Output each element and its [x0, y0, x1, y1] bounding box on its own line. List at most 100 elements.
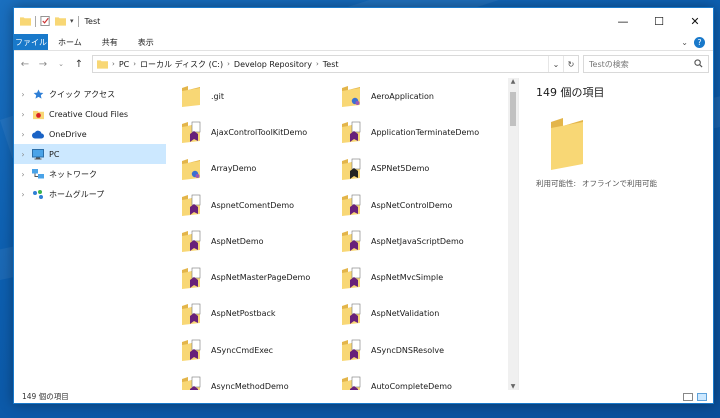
- file-name: ASyncDNSResolve: [371, 345, 445, 355]
- visual-studio-folder-icon: [181, 194, 201, 217]
- expand-chevron-icon[interactable]: ›: [19, 110, 27, 119]
- file-item[interactable]: ArrayDemo: [181, 151, 341, 187]
- file-name: AspNetJavaScriptDemo: [371, 236, 464, 246]
- tab-share[interactable]: 共有: [92, 34, 128, 50]
- scroll-down-icon[interactable]: ▼: [508, 383, 518, 390]
- large-icons-view-icon[interactable]: [697, 392, 707, 401]
- customize-toolbar-icon[interactable]: ▾: [70, 17, 74, 25]
- breadcrumb-local-disk[interactable]: ローカル ディスク (C:): [140, 59, 223, 70]
- refresh-icon[interactable]: ↻: [563, 56, 578, 72]
- visual-studio-folder-icon: [341, 158, 361, 180]
- scroll-up-icon[interactable]: ▲: [508, 78, 518, 85]
- homegroup-icon: [32, 188, 44, 200]
- breadcrumb-chevron-icon[interactable]: ›: [133, 60, 136, 68]
- visual-studio-folder-icon: [341, 376, 361, 390]
- breadcrumb-develop-repository[interactable]: Develop Repository: [234, 60, 312, 69]
- nav-item-homegroup[interactable]: › ホームグループ: [14, 184, 166, 204]
- vertical-scrollbar[interactable]: ▲ ▼: [508, 78, 518, 390]
- star-icon: [32, 88, 44, 100]
- file-item[interactable]: .git: [181, 78, 341, 114]
- file-item[interactable]: AspNetDemo: [181, 223, 341, 259]
- visual-studio-folder-icon: [341, 194, 361, 217]
- scrollbar-thumb[interactable]: [510, 92, 516, 126]
- address-bar[interactable]: › PC › ローカル ディスク (C:) › Develop Reposito…: [92, 55, 579, 73]
- file-item[interactable]: AspNetMvcSimple: [341, 259, 501, 295]
- file-row: AspNetDemo AspNetJavaScriptDemo: [181, 223, 501, 259]
- file-item[interactable]: AspNetJavaScriptDemo: [341, 223, 501, 259]
- tab-home[interactable]: ホーム: [48, 34, 92, 50]
- file-name: ApplicationTerminateDemo: [371, 127, 480, 137]
- search-box[interactable]: Testの検索: [583, 55, 709, 73]
- file-name: AjaxControlToolKitDemo: [211, 127, 308, 137]
- file-row: AsyncMethodDemo AutoCompleteDemo: [181, 368, 501, 390]
- search-icon: [694, 58, 703, 70]
- file-item[interactable]: ApplicationTerminateDemo: [341, 114, 501, 150]
- expand-chevron-icon[interactable]: ›: [19, 150, 27, 159]
- breadcrumb-chevron-icon[interactable]: ›: [112, 60, 115, 68]
- visual-studio-folder-icon: [181, 121, 201, 144]
- file-name: ASyncCmdExec: [211, 345, 274, 355]
- recent-locations-chevron-icon[interactable]: ⌄: [54, 60, 68, 68]
- tab-view[interactable]: 表示: [128, 34, 164, 50]
- nav-item-network[interactable]: › ネットワーク: [14, 164, 166, 184]
- status-item-count: 149 個の項目: [22, 392, 69, 401]
- file-item[interactable]: AjaxControlToolKitDemo: [181, 114, 341, 150]
- status-bar: 149 個の項目: [14, 390, 713, 403]
- file-name: AspnetComentDemo: [211, 200, 295, 210]
- nav-item-quick-access[interactable]: › クイック アクセス: [14, 84, 166, 104]
- visual-studio-folder-icon: [341, 339, 361, 362]
- expand-chevron-icon[interactable]: ›: [19, 190, 27, 199]
- file-item[interactable]: AspNetPostback: [181, 296, 341, 332]
- nav-item-creative-cloud[interactable]: › Creative Cloud Files: [14, 104, 166, 124]
- maximize-button[interactable]: ☐: [641, 8, 677, 34]
- file-name: AspNetControlDemo: [371, 200, 453, 210]
- folder-icon: [20, 17, 31, 26]
- file-item[interactable]: AspnetComentDemo: [181, 187, 341, 223]
- tab-file[interactable]: ファイル: [14, 34, 48, 50]
- file-row: .git AeroApplication: [181, 78, 501, 114]
- forward-arrow-icon[interactable]: →: [36, 59, 50, 70]
- file-item[interactable]: ASyncCmdExec: [181, 332, 341, 368]
- file-item[interactable]: AeroApplication: [341, 78, 501, 114]
- back-arrow-icon[interactable]: ←: [18, 59, 32, 70]
- expand-chevron-icon[interactable]: ›: [19, 170, 27, 179]
- details-pane: 149 個の項目 利用可能性: オフラインで利用可能: [518, 78, 713, 390]
- search-input[interactable]: Testの検索: [589, 59, 629, 70]
- file-name: AspNetValidation: [371, 309, 440, 319]
- properties-icon[interactable]: [40, 16, 51, 26]
- ribbon-tabs: ファイル ホーム 共有 表示 ⌄ ?: [14, 34, 713, 51]
- help-icon[interactable]: ?: [694, 36, 705, 48]
- file-grid: .git AeroApplication AjaxControlToolKitDem…: [181, 78, 501, 390]
- nav-item-onedrive[interactable]: › OneDrive: [14, 124, 166, 144]
- file-item[interactable]: AspNetMasterPageDemo: [181, 259, 341, 295]
- breadcrumb-pc[interactable]: PC: [119, 60, 129, 69]
- file-item[interactable]: AsyncMethodDemo: [181, 368, 341, 390]
- breadcrumb-chevron-icon[interactable]: ›: [227, 60, 230, 68]
- details-view-icon[interactable]: [683, 392, 693, 401]
- ribbon-expand-chevron-down-icon[interactable]: ⌄: [681, 38, 688, 47]
- file-row: ASyncCmdExec ASyncDNSResolve: [181, 332, 501, 368]
- breadcrumb-chevron-icon[interactable]: ›: [316, 60, 319, 68]
- address-history-chevron-icon[interactable]: ⌄: [548, 56, 563, 72]
- nav-item-pc[interactable]: › PC: [14, 144, 166, 164]
- item-count-heading: 149 個の項目: [536, 86, 605, 99]
- file-row: AspNetPostback AspNetValidation: [181, 296, 501, 332]
- file-item[interactable]: AutoCompleteDemo: [341, 368, 501, 390]
- file-item[interactable]: AspNetValidation: [341, 296, 501, 332]
- file-row: ArrayDemo ASPNet5Demo: [181, 151, 501, 187]
- file-list: .git AeroApplication AjaxControlToolKitDem…: [166, 78, 518, 390]
- file-item[interactable]: ASyncDNSResolve: [341, 332, 501, 368]
- expand-chevron-icon[interactable]: ›: [19, 90, 27, 99]
- close-button[interactable]: ✕: [677, 8, 713, 34]
- address-row: ← → ⌄ ↑ › PC › ローカル ディスク (C:) › Develop …: [14, 51, 713, 77]
- up-arrow-icon[interactable]: ↑: [72, 59, 86, 70]
- large-folder-icon: [551, 118, 583, 170]
- expand-chevron-icon[interactable]: ›: [19, 130, 27, 139]
- minimize-button[interactable]: —: [605, 8, 641, 34]
- new-folder-icon[interactable]: [55, 16, 66, 26]
- breadcrumb-test[interactable]: Test: [323, 60, 339, 69]
- toolbar-separator: [77, 15, 79, 27]
- file-item[interactable]: AspNetControlDemo: [341, 187, 501, 223]
- file-item[interactable]: ASPNet5Demo: [341, 151, 501, 187]
- computer-icon: [32, 148, 44, 160]
